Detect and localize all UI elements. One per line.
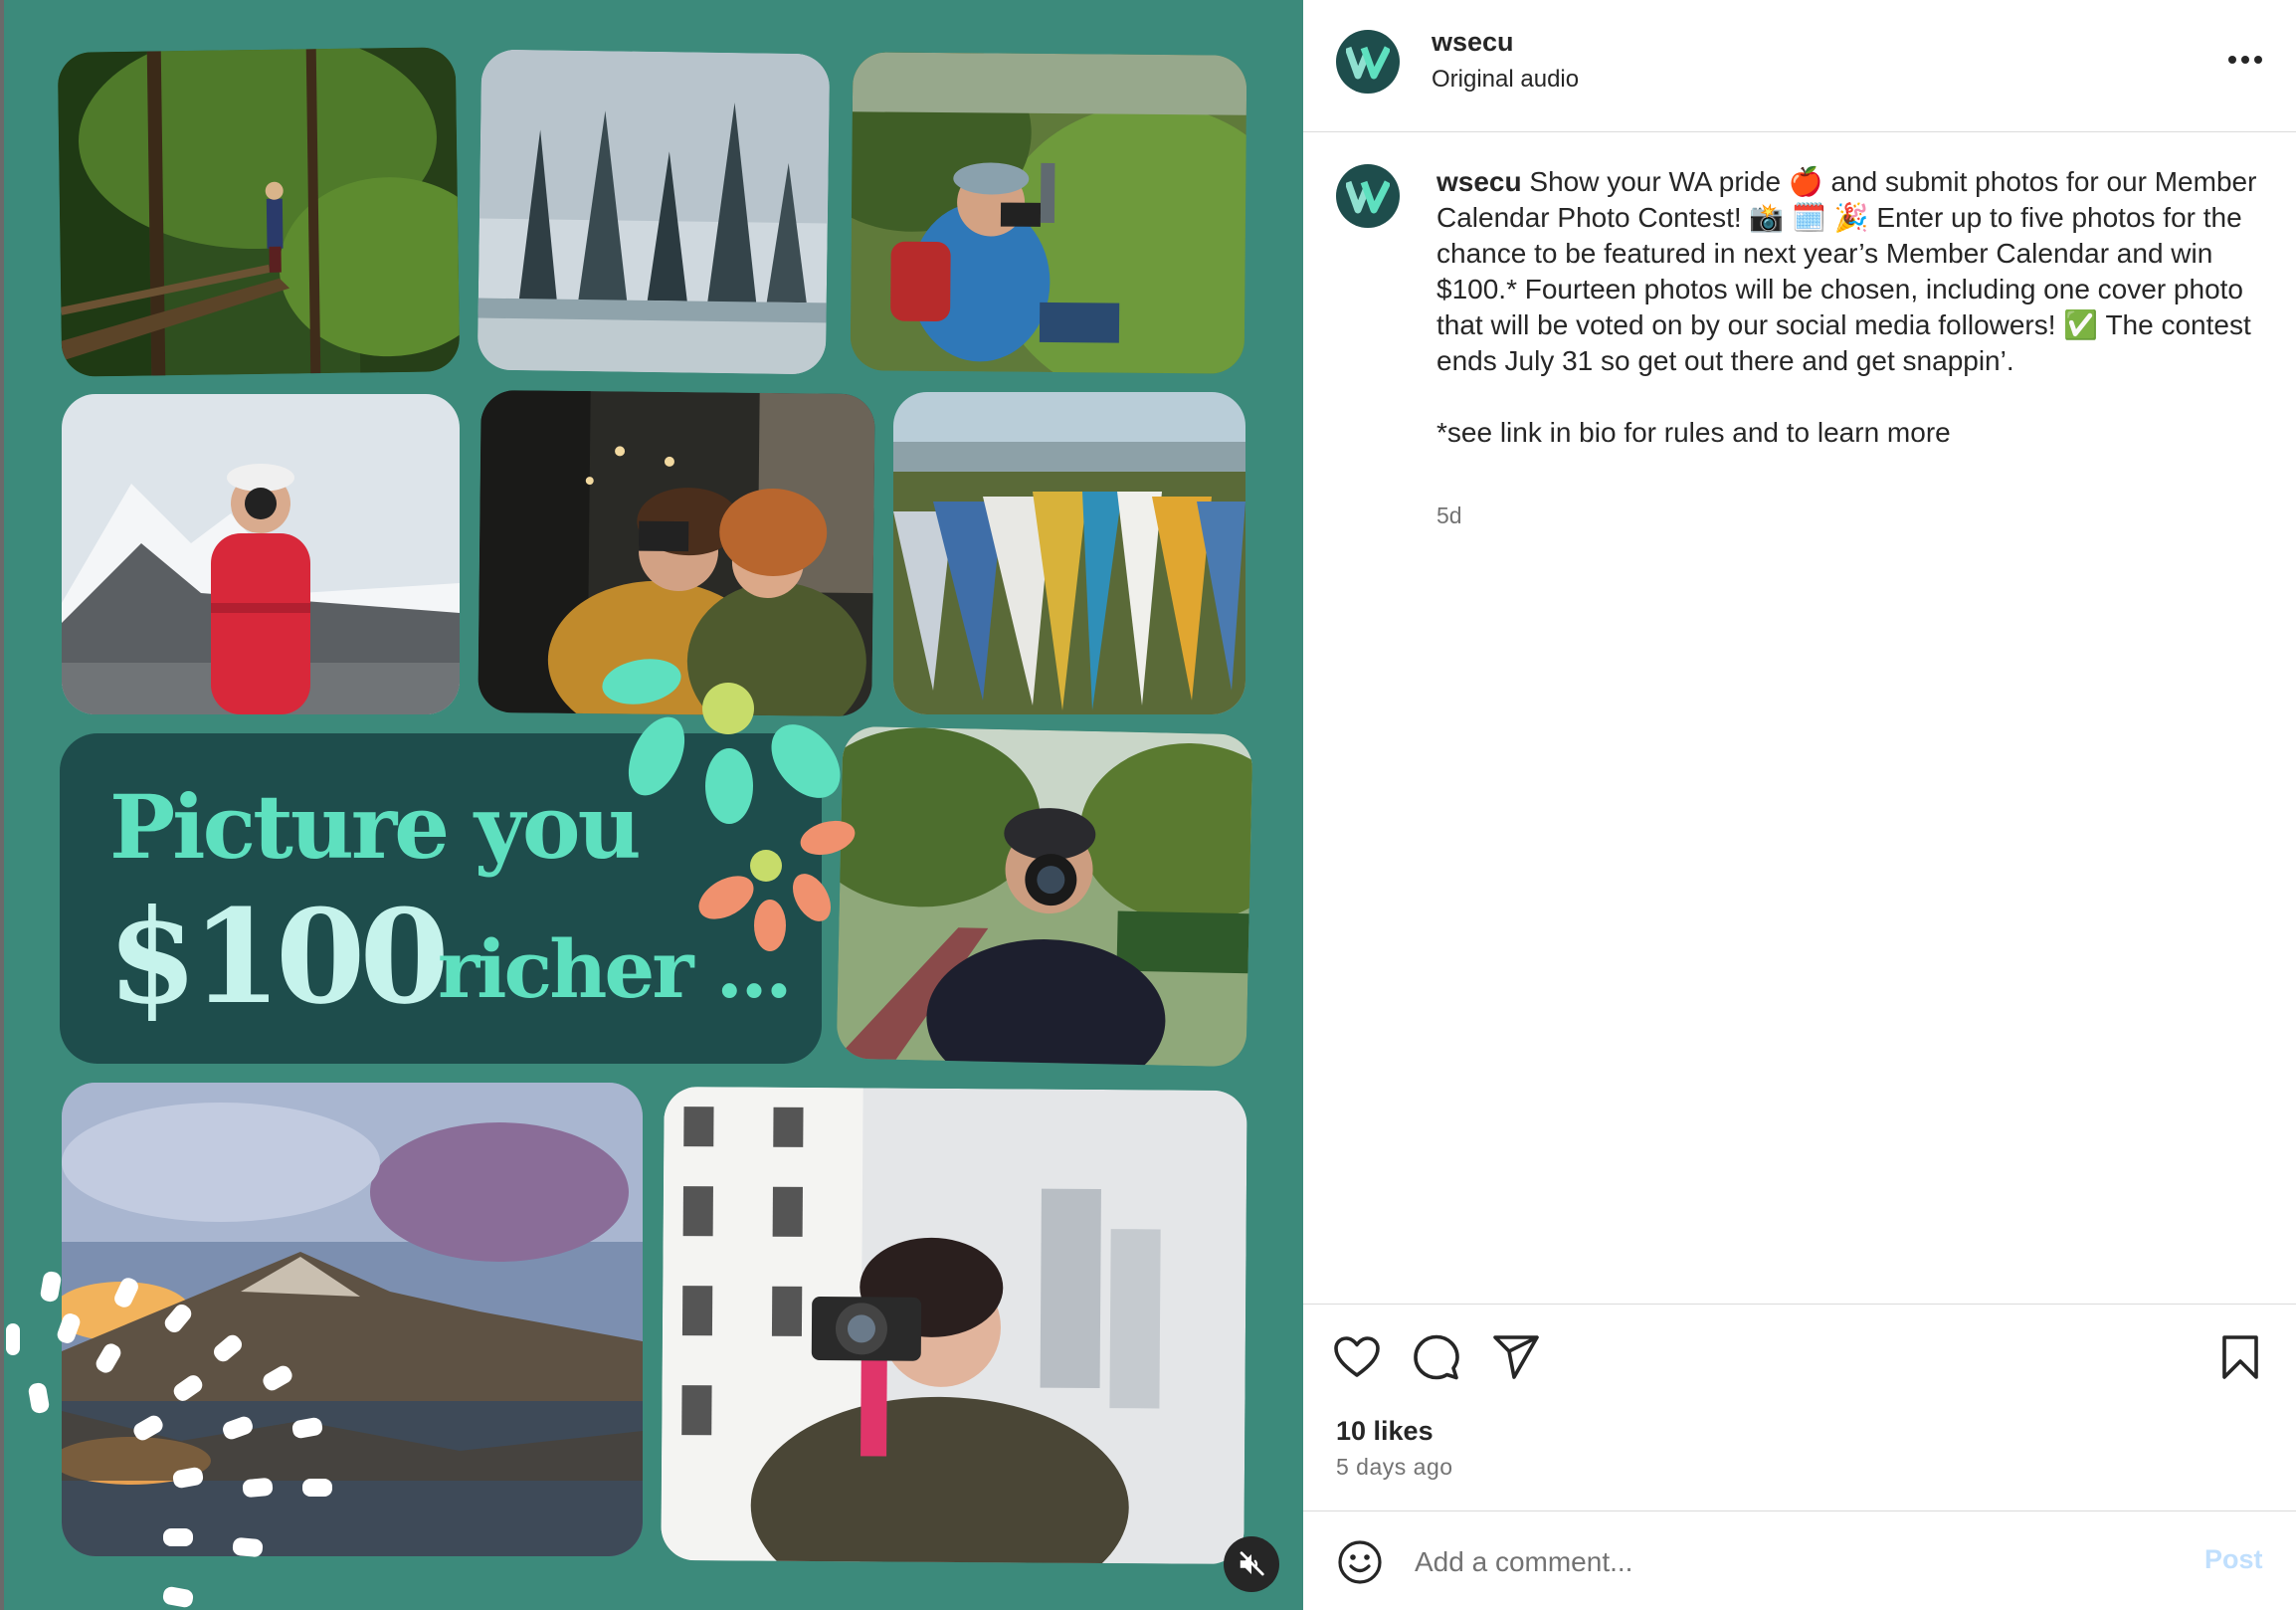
header-divider: [1303, 131, 2296, 132]
smiley-icon: [1338, 1540, 1382, 1584]
flower-decoration: [602, 659, 856, 951]
muted-speaker-icon: [1240, 1551, 1264, 1576]
more-icon: [2228, 56, 2262, 64]
header-username[interactable]: wsecu: [1432, 27, 1514, 58]
like-button[interactable]: [1329, 1329, 1385, 1385]
photo-path-camera: [836, 725, 1253, 1068]
share-icon: [1493, 1335, 1539, 1379]
more-options-button[interactable]: [2220, 44, 2270, 76]
share-button[interactable]: [1488, 1329, 1544, 1385]
photo-city-camera: [661, 1086, 1247, 1565]
post-media[interactable]: Picture you $100 richer ...: [0, 0, 1303, 1610]
heart-icon: [1334, 1336, 1380, 1377]
wsecu-logo-icon: [1346, 180, 1390, 214]
caption-text: Show your WA pride 🍎 and submit photos f…: [1436, 166, 2257, 376]
caption: wsecu Show your WA pride 🍎 and submit ph…: [1436, 164, 2262, 451]
caption-username[interactable]: wsecu: [1436, 166, 1522, 197]
comment-input[interactable]: [1415, 1540, 2151, 1584]
emoji-picker-button[interactable]: [1335, 1537, 1385, 1587]
post-timestamp[interactable]: 5 days ago: [1336, 1454, 1453, 1481]
wsecu-logo-icon: [1346, 46, 1390, 80]
photo-forest-trail: [57, 47, 461, 377]
promo-line1: Picture you: [109, 775, 642, 879]
dashes-decoration: [6, 1271, 332, 1608]
caption-age: 5d: [1436, 503, 1462, 528]
photo-mountain-camera: [62, 394, 460, 714]
actions-divider: [1303, 1304, 2296, 1305]
like-count[interactable]: 10 likes: [1336, 1416, 1434, 1447]
instagram-post-view: Picture you $100 richer ... wsecu Origin…: [0, 0, 2296, 1610]
post-sidebar: wsecu Original audio wsecu Show your WA …: [1303, 0, 2296, 1610]
save-button[interactable]: [2212, 1329, 2268, 1385]
caption-avatar[interactable]: [1336, 164, 1400, 228]
bookmark-icon: [2222, 1335, 2258, 1379]
header-avatar[interactable]: [1336, 30, 1400, 94]
comment-icon: [1414, 1334, 1459, 1380]
caption-note: *see link in bio for rules and to learn …: [1436, 417, 1951, 448]
photo-snowy-lake: [477, 49, 831, 375]
post-comment-button[interactable]: Post: [2204, 1544, 2263, 1575]
mute-button[interactable]: [1224, 1536, 1279, 1592]
comment-button[interactable]: [1409, 1329, 1464, 1385]
photo-hiker-camera: [850, 52, 1247, 374]
photo-kayaks: [893, 392, 1245, 714]
audio-label[interactable]: Original audio: [1432, 66, 1579, 94]
comment-divider: [1303, 1510, 2296, 1511]
promo-amount: $100: [107, 881, 450, 1033]
